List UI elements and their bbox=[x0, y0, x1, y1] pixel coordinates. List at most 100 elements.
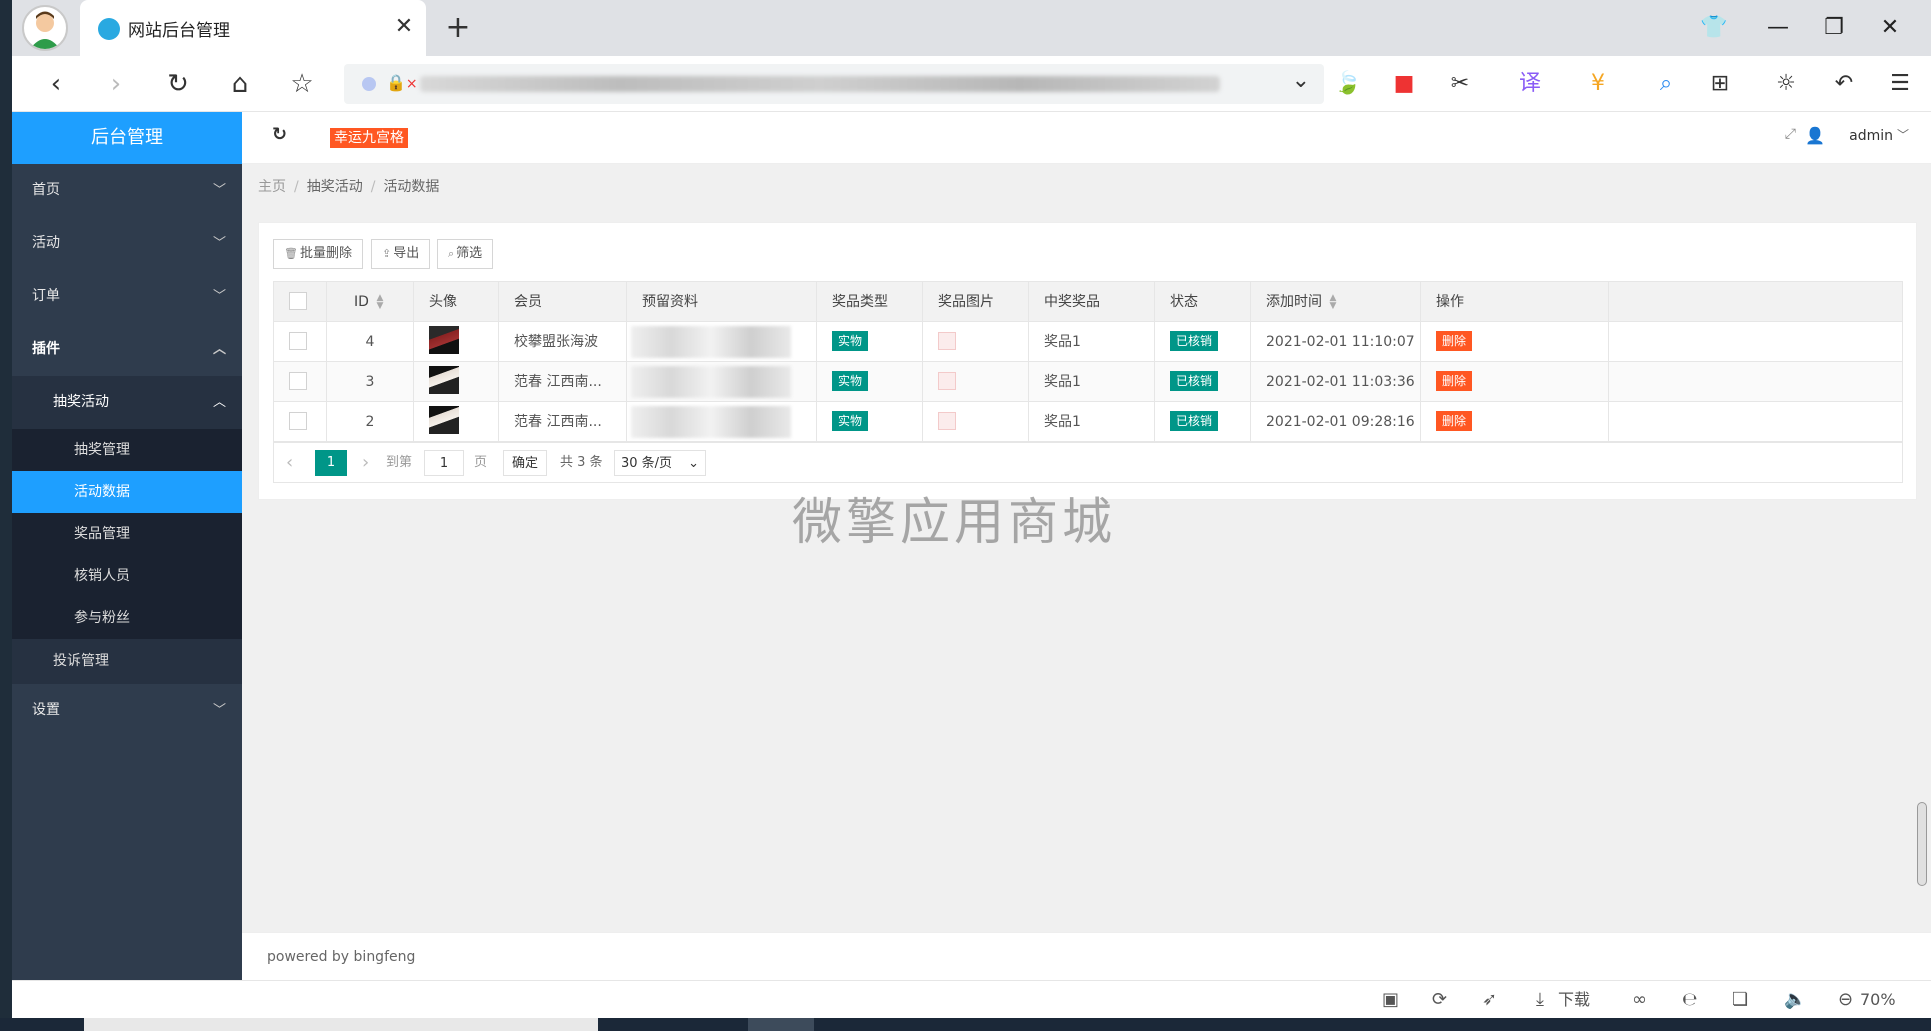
prize-type-tag: 实物 bbox=[832, 330, 869, 351]
close-tab-icon[interactable]: ✕ bbox=[392, 12, 416, 42]
sidebar-item-home[interactable]: 首页 ﹀ bbox=[12, 164, 242, 217]
scissors-icon[interactable]: ✂ bbox=[1442, 66, 1478, 102]
leaf-icon[interactable]: 🍃 bbox=[1330, 66, 1366, 102]
restore-icon[interactable]: ❐ bbox=[1814, 8, 1854, 48]
download-label[interactable]: 下载 bbox=[1558, 987, 1590, 1013]
download-icon[interactable]: ⤓ bbox=[1536, 987, 1544, 1013]
chevron-up-icon: ︿ bbox=[212, 342, 226, 357]
pagination: ‹ 1 › 到第 1 页 确定 共 3 条 30 条/页 ⌄ bbox=[273, 443, 1903, 483]
image-icon[interactable]: ▣ bbox=[1382, 987, 1399, 1013]
fullscreen-icon[interactable]: ⤢ bbox=[1785, 126, 1796, 142]
sidebar-item-lottery-manage[interactable]: 抽奖管理 bbox=[12, 429, 242, 471]
page-input[interactable]: 1 bbox=[424, 450, 464, 476]
sidebar-item-activity[interactable]: 活动 ﹀ bbox=[12, 217, 242, 270]
glasses-icon[interactable]: ∞ bbox=[1632, 987, 1647, 1013]
taskbar-item[interactable] bbox=[748, 1018, 814, 1031]
breadcrumb-current: 活动数据 bbox=[383, 179, 440, 195]
sidebar-item-orders[interactable]: 订单 ﹀ bbox=[12, 270, 242, 323]
sort-icon[interactable]: ▲ ▼ bbox=[1328, 294, 1338, 311]
cell-info-blurred bbox=[627, 362, 817, 402]
volume-icon[interactable]: 🔈 bbox=[1784, 987, 1806, 1013]
ie-icon[interactable]: ℮ bbox=[1682, 987, 1697, 1013]
batch-delete-button[interactable]: 🗑 批量删除 bbox=[273, 239, 363, 269]
refresh-icon[interactable]: ↻ bbox=[272, 124, 287, 145]
undo-icon[interactable]: ↶ bbox=[1826, 66, 1862, 102]
extension-icon[interactable]: ■ bbox=[1386, 66, 1422, 102]
sidebar-item-activity-data[interactable]: 活动数据 bbox=[12, 471, 242, 513]
menu-icon[interactable]: ☰ bbox=[1882, 66, 1918, 102]
close-window-icon[interactable]: ✕ bbox=[1870, 8, 1910, 48]
data-table: ID ▲ ▼ 头像 会员 预留资料 奖品类型 奖品图片 中奖奖品 状态 添加时间 ▲ ▼… bbox=[273, 281, 1903, 443]
search-icon[interactable]: ⌕ bbox=[1648, 66, 1684, 102]
profile-avatar-icon[interactable] bbox=[22, 5, 68, 51]
prize-image[interactable] bbox=[938, 371, 956, 390]
minimize-icon[interactable]: — bbox=[1758, 8, 1798, 48]
member-avatar bbox=[429, 366, 459, 394]
user-name[interactable]: admin bbox=[1849, 128, 1893, 144]
col-time[interactable]: 添加时间 ▲ ▼ bbox=[1251, 282, 1421, 322]
sidebar-item-prize-manage[interactable]: 奖品管理 bbox=[12, 513, 242, 555]
prize-image[interactable] bbox=[938, 331, 956, 350]
sort-icon[interactable]: ▲ ▼ bbox=[375, 294, 385, 311]
translate-icon[interactable]: 译 bbox=[1512, 66, 1548, 102]
zoom-level[interactable]: 70% bbox=[1860, 987, 1896, 1013]
user-icon[interactable]: 👤 bbox=[1805, 126, 1825, 145]
sidebar-item-lottery[interactable]: 抽奖活动 ︿ bbox=[12, 376, 242, 429]
current-page[interactable]: 1 bbox=[315, 450, 347, 476]
apps-grid-icon[interactable]: ⊞ bbox=[1702, 66, 1738, 102]
sidebar-item-settings[interactable]: 设置 ﹀ bbox=[12, 684, 242, 737]
site-info-icon[interactable] bbox=[362, 77, 376, 91]
prev-page-icon[interactable]: ‹ bbox=[286, 450, 293, 476]
col-actions: 操作 bbox=[1421, 282, 1609, 322]
scrollbar[interactable] bbox=[1917, 802, 1927, 886]
home-icon[interactable]: ⌂ bbox=[220, 64, 260, 104]
col-id[interactable]: ID ▲ ▼ bbox=[327, 282, 414, 322]
new-tab-icon[interactable]: + bbox=[440, 10, 476, 46]
breadcrumb-lottery[interactable]: 抽奖活动 bbox=[307, 179, 363, 195]
brightness-icon[interactable]: ☼ bbox=[1768, 66, 1804, 102]
cell-prize: 奖品1 bbox=[1029, 362, 1155, 402]
export-button[interactable]: ⇪ 导出 bbox=[371, 239, 431, 269]
taskbar-item[interactable] bbox=[84, 1018, 598, 1031]
bookmark-star-icon[interactable]: ☆ bbox=[282, 64, 322, 104]
chevron-down-icon[interactable]: ﹀ bbox=[1897, 126, 1909, 143]
window-icon[interactable]: ❏ bbox=[1732, 987, 1748, 1013]
sidebar-item-plugins[interactable]: 插件 ︿ bbox=[12, 323, 242, 376]
row-checkbox[interactable] bbox=[289, 371, 307, 390]
chevron-down-icon[interactable]: ⌄ bbox=[1292, 68, 1310, 93]
cell-member: 范春 江西南... bbox=[499, 362, 627, 402]
next-page-icon[interactable]: › bbox=[362, 450, 369, 476]
browser-tab[interactable]: 网站后台管理 ✕ bbox=[80, 0, 426, 56]
back-icon[interactable]: ‹ bbox=[36, 64, 76, 104]
page-size-select[interactable]: 30 条/页 ⌄ bbox=[614, 450, 706, 476]
address-bar[interactable]: 🔒 ⌄ bbox=[344, 64, 1324, 104]
select-all-checkbox[interactable] bbox=[289, 291, 307, 310]
sidebar-item-complaints[interactable]: 投诉管理 bbox=[12, 639, 242, 684]
shield-icon[interactable]: ¥ bbox=[1580, 66, 1616, 102]
row-checkbox[interactable] bbox=[289, 331, 307, 350]
speed-icon[interactable]: ⟳ bbox=[1432, 987, 1447, 1013]
insecure-lock-icon[interactable]: 🔒 bbox=[386, 73, 418, 92]
forward-icon[interactable]: › bbox=[96, 64, 136, 104]
app-logo[interactable]: 后台管理 bbox=[12, 112, 242, 164]
sidebar-item-fans[interactable]: 参与粉丝 bbox=[12, 597, 242, 639]
delete-button[interactable]: 删除 bbox=[1436, 330, 1473, 351]
breadcrumb-home[interactable]: 主页 bbox=[258, 179, 286, 195]
member-avatar bbox=[429, 406, 459, 434]
prize-image[interactable] bbox=[938, 411, 956, 430]
confirm-page-button[interactable]: 确定 bbox=[503, 450, 548, 476]
rocket-icon[interactable]: ➶ bbox=[1482, 987, 1497, 1013]
sidebar-item-verifier[interactable]: 核销人员 bbox=[12, 555, 242, 597]
row-checkbox[interactable] bbox=[289, 411, 307, 430]
cell-prize: 奖品1 bbox=[1029, 322, 1155, 362]
delete-button[interactable]: 删除 bbox=[1436, 410, 1473, 431]
reload-icon[interactable]: ↻ bbox=[158, 64, 198, 104]
delete-button[interactable]: 删除 bbox=[1436, 370, 1473, 391]
cell-id: 3 bbox=[327, 362, 414, 402]
table-row: 2 范春 江西南... 实物 奖品1 已核销 2021-02-01 09:28:… bbox=[274, 402, 1902, 442]
col-prize-type: 奖品类型 bbox=[817, 282, 923, 322]
zoom-icon[interactable]: ⊖ bbox=[1838, 987, 1853, 1013]
skin-icon[interactable]: 👕 bbox=[1694, 8, 1734, 48]
filter-button[interactable]: ⌕ 筛选 bbox=[437, 239, 494, 269]
game-badge[interactable]: 幸运九宫格 bbox=[330, 128, 408, 148]
